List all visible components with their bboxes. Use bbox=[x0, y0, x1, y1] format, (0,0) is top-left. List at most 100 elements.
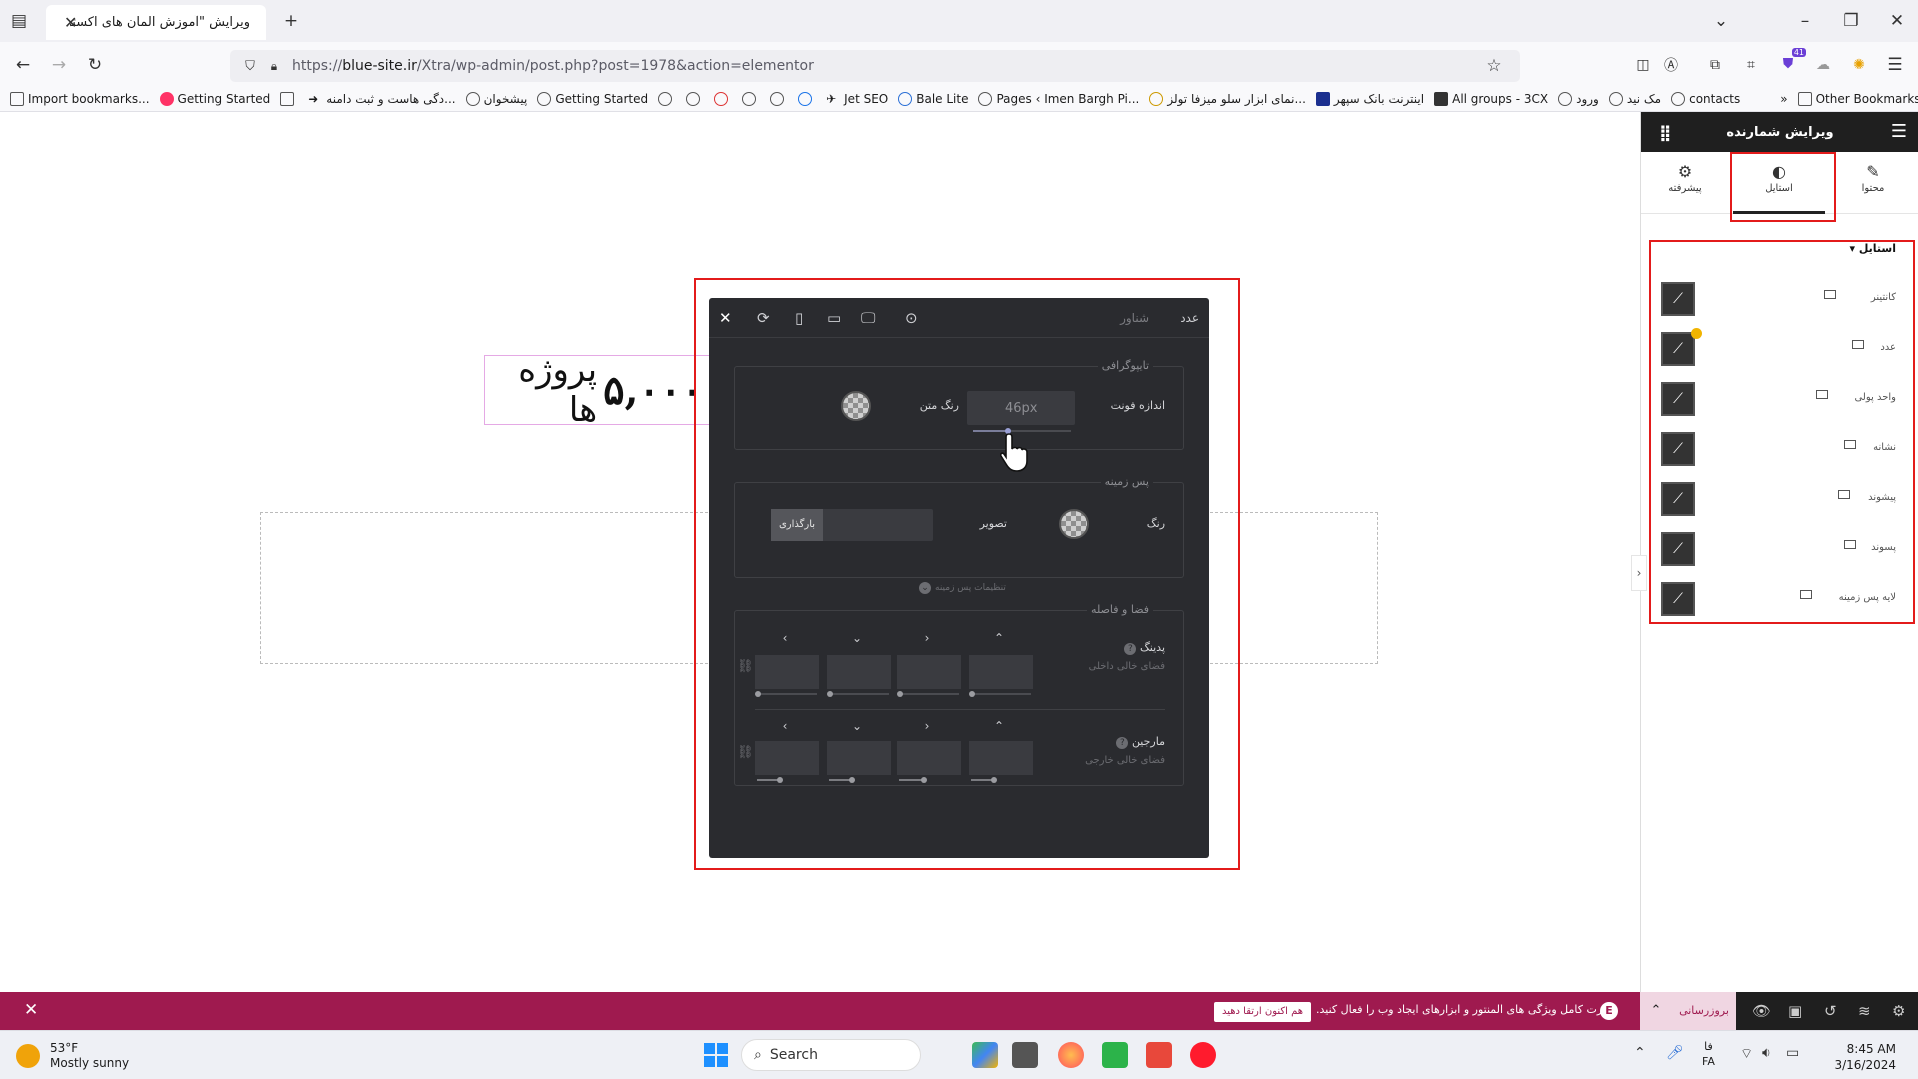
green-app-icon[interactable] bbox=[1102, 1042, 1128, 1068]
bookmark-item[interactable] bbox=[686, 91, 704, 106]
chevron-up-icon[interactable]: ⌃ bbox=[1640, 992, 1672, 1030]
tab-list-icon[interactable]: ▤ bbox=[8, 10, 30, 32]
padding-right-input[interactable] bbox=[897, 655, 961, 689]
extensions-icon[interactable]: ⧉ bbox=[1704, 54, 1726, 76]
bookmark-item[interactable]: Bale Lite bbox=[898, 91, 968, 106]
bookmark-item[interactable]: Pages ‹ Imen Bargh Pi... bbox=[978, 91, 1139, 106]
reload-icon[interactable]: ↻ bbox=[84, 54, 106, 76]
upload-button[interactable]: بارگذاری bbox=[771, 509, 823, 541]
update-button[interactable]: بروزرسانی bbox=[1672, 992, 1736, 1030]
padding-top-input[interactable] bbox=[969, 655, 1033, 689]
padding-slider-handle[interactable] bbox=[827, 691, 833, 697]
bookmark-item[interactable] bbox=[714, 91, 732, 106]
close-window-icon[interactable]: ✕ bbox=[1886, 10, 1908, 32]
margin-slider-handle[interactable] bbox=[777, 777, 783, 783]
history-icon[interactable]: ↺ bbox=[1824, 1002, 1837, 1020]
crop-icon[interactable]: ⌗ bbox=[1740, 54, 1762, 76]
bg-settings-toggle[interactable]: تنظیمات پس زمینه ⌄ bbox=[919, 582, 1006, 594]
bookmark-item[interactable] bbox=[798, 91, 816, 106]
padding-bottom-input[interactable] bbox=[827, 655, 891, 689]
margin-slider-handle[interactable] bbox=[921, 777, 927, 783]
bookmark-item[interactable]: ✈ Jet SEO bbox=[826, 92, 888, 106]
margin-bottom-input[interactable] bbox=[827, 741, 891, 775]
link-icon[interactable]: ⛓ bbox=[737, 659, 754, 674]
tab-advanced[interactable]: ⚙ پیشرفته bbox=[1639, 152, 1731, 214]
bookmark-item[interactable]: All groups - 3CX bbox=[1434, 91, 1548, 106]
hamburger-icon[interactable]: ☰ bbox=[1891, 121, 1907, 142]
font-size-input[interactable]: 46px bbox=[967, 391, 1075, 425]
margin-slider-handle[interactable] bbox=[991, 777, 997, 783]
bookmark-item[interactable] bbox=[770, 91, 788, 106]
sun-extension-icon[interactable]: ✺ bbox=[1848, 54, 1870, 76]
cloud-extension-icon[interactable]: ☁ bbox=[1812, 54, 1834, 76]
bookmark-item[interactable]: ورود bbox=[1558, 91, 1599, 106]
margin-left-input[interactable] bbox=[755, 741, 819, 775]
opera-icon[interactable] bbox=[1190, 1042, 1216, 1068]
padding-slider-handle[interactable] bbox=[969, 691, 975, 697]
bookmark-item[interactable] bbox=[742, 91, 760, 106]
shield-icon[interactable]: ⛉ bbox=[240, 56, 260, 76]
link-icon[interactable]: ⛓ bbox=[737, 745, 754, 760]
text-color-swatch[interactable] bbox=[841, 391, 871, 421]
help-icon[interactable]: ? bbox=[1124, 643, 1137, 655]
url-bar[interactable]: ⛉ 🔒︎ https://blue-site.ir/Xtra/wp-admin/… bbox=[230, 50, 1520, 82]
taskbar-search[interactable]: ⌕ Search bbox=[741, 1039, 921, 1071]
volume-icon[interactable]: 🔉︎ bbox=[1762, 1045, 1771, 1061]
bookmark-item[interactable] bbox=[658, 91, 676, 106]
padding-slider-handle[interactable] bbox=[897, 691, 903, 697]
forward-icon[interactable]: → bbox=[48, 54, 70, 76]
margin-top-input[interactable] bbox=[969, 741, 1033, 775]
margin-slider-handle[interactable] bbox=[849, 777, 855, 783]
vpn-extension-icon[interactable]: ⛊ 41 bbox=[1776, 48, 1806, 76]
bookmark-item[interactable]: Import bookmarks... bbox=[10, 91, 150, 106]
lock-icon[interactable]: 🔒︎ bbox=[264, 56, 284, 76]
preview-eye-icon[interactable]: 👁︎ bbox=[1752, 1002, 1771, 1020]
responsive-icon[interactable]: ▣ bbox=[1788, 1002, 1802, 1020]
settings-icon[interactable]: ⚙ bbox=[1892, 1002, 1905, 1020]
language-indicator[interactable]: فا FA bbox=[1702, 1039, 1715, 1069]
bookmark-item[interactable]: ➜ دگی هاست و ثبت دامنه... bbox=[308, 92, 455, 106]
bookmark-star-icon[interactable]: ☆ bbox=[1484, 56, 1504, 76]
help-icon[interactable]: ? bbox=[1116, 737, 1129, 749]
bg-color-swatch[interactable] bbox=[1059, 509, 1089, 539]
bookmark-item[interactable]: مک نید bbox=[1608, 91, 1661, 106]
bg-image-input[interactable]: بارگذاری bbox=[771, 509, 933, 541]
browser-tab[interactable]: ویرایش "آموزش المان های اکسترا – ما ✕ bbox=[46, 5, 266, 40]
red-app-icon[interactable] bbox=[1146, 1042, 1172, 1068]
tab-close-icon[interactable]: ✕ bbox=[64, 13, 77, 32]
wifi-icon[interactable]: ⌔ bbox=[1740, 1045, 1753, 1063]
account-icon[interactable]: Ⓐ bbox=[1660, 54, 1682, 76]
bookmark-item[interactable]: Getting Started bbox=[159, 91, 270, 106]
weather-widget[interactable]: 53°F Mostly sunny bbox=[16, 1041, 129, 1071]
other-bookmarks[interactable]: Other Bookmarks bbox=[1797, 91, 1918, 106]
system-clock[interactable]: 8:45 AM 3/16/2024 bbox=[1810, 1041, 1896, 1073]
bookmark-item[interactable] bbox=[280, 91, 298, 106]
start-button[interactable] bbox=[704, 1043, 728, 1067]
bookmark-item[interactable]: Getting Started bbox=[537, 91, 648, 106]
collapse-panel-button[interactable]: › bbox=[1631, 555, 1647, 591]
bookmark-item[interactable]: اینترنت بانک سپهر bbox=[1315, 91, 1424, 106]
padding-left-input[interactable] bbox=[755, 655, 819, 689]
firefox-icon[interactable] bbox=[1058, 1042, 1084, 1068]
widgets-grid-icon[interactable]: ⣿ bbox=[1659, 123, 1672, 142]
margin-right-input[interactable] bbox=[897, 741, 961, 775]
copilot-icon[interactable] bbox=[972, 1042, 998, 1068]
bookmark-item[interactable]: contacts bbox=[1671, 91, 1740, 106]
padding-slider-handle[interactable] bbox=[755, 691, 761, 697]
file-explorer-icon[interactable] bbox=[1012, 1042, 1038, 1068]
list-all-tabs-icon[interactable]: ⌄ bbox=[1710, 10, 1732, 32]
tablet-icon[interactable]: ▭ bbox=[827, 309, 841, 327]
minimize-icon[interactable]: – bbox=[1794, 10, 1816, 32]
menu-icon[interactable]: ☰ bbox=[1884, 54, 1906, 76]
desktop-icon[interactable]: 🖵︎ bbox=[861, 309, 875, 327]
new-tab-icon[interactable]: + bbox=[280, 10, 302, 32]
close-icon[interactable]: ✕ bbox=[719, 309, 732, 327]
more-bookmarks-button[interactable]: » bbox=[1780, 92, 1787, 106]
battery-icon[interactable]: ▭ bbox=[1786, 1045, 1799, 1061]
dismiss-icon[interactable]: ✕ bbox=[24, 1000, 38, 1020]
bookmark-item[interactable]: نمای ابزار سلو میزفا تولز... bbox=[1149, 91, 1306, 106]
upgrade-button[interactable]: هم اکنون ارتقا دهید bbox=[1214, 1002, 1312, 1022]
navigator-icon[interactable]: ≋ bbox=[1858, 1002, 1871, 1020]
back-icon[interactable]: ← bbox=[12, 54, 34, 76]
bookmark-item[interactable]: پیشخوان bbox=[465, 91, 527, 106]
